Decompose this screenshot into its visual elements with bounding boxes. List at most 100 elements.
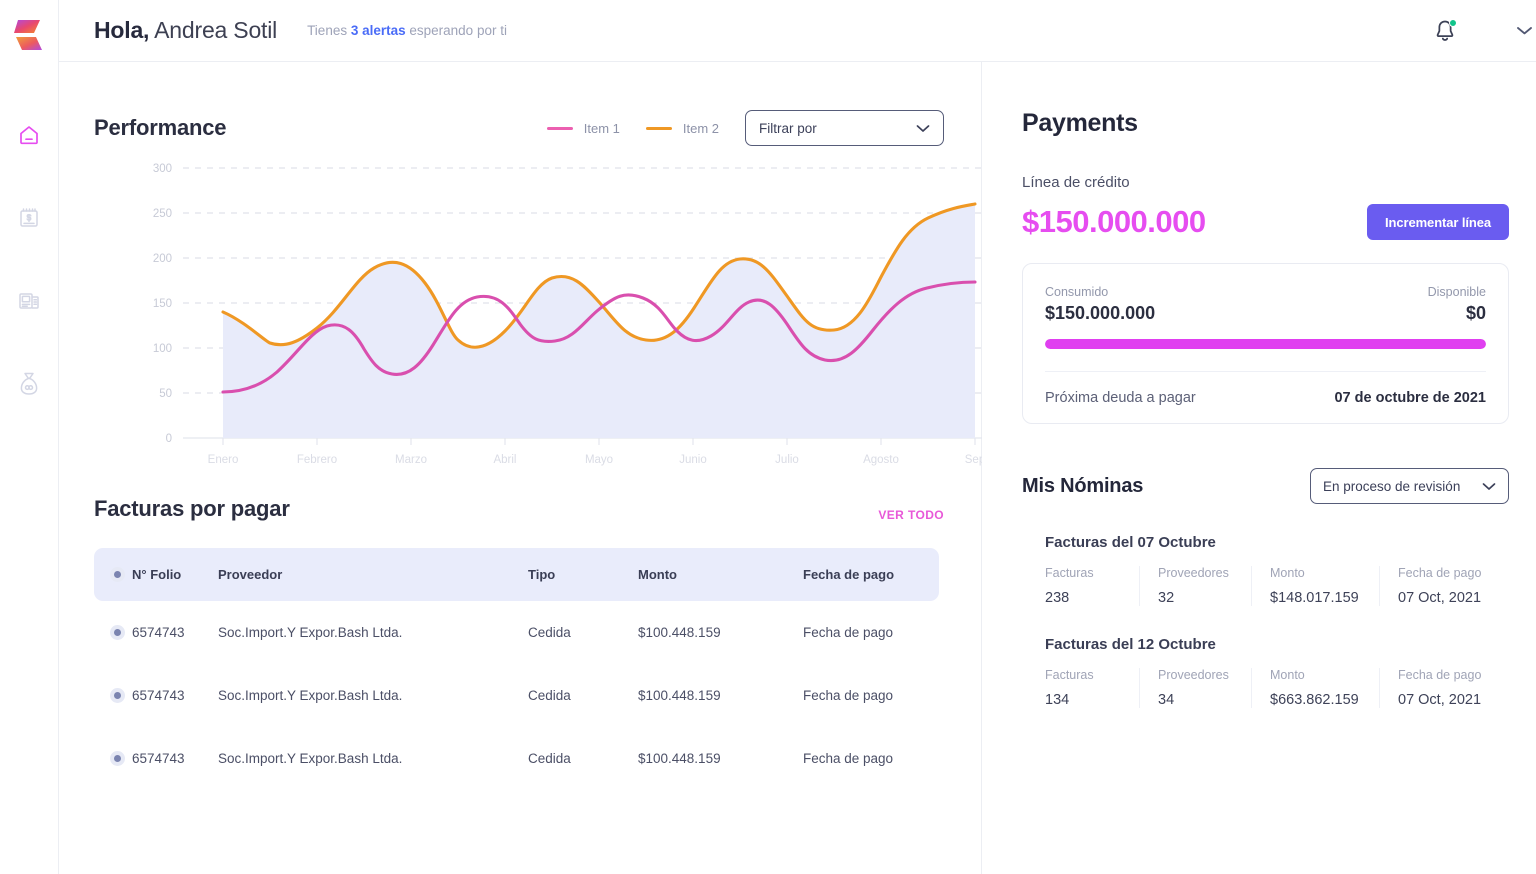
nomina-block-title: Facturas del 07 Octubre bbox=[1045, 534, 1216, 551]
radio-dot bbox=[113, 692, 121, 699]
topbar-actions bbox=[1432, 18, 1533, 44]
content-area: Performance Item 1 Item 2 Filtrar por 30… bbox=[59, 62, 1536, 874]
invoices-header: Facturas por pagar VER TODO bbox=[59, 486, 981, 522]
performance-chart-svg: 300 250 200 150 100 50 0 Enero Febrero M… bbox=[153, 163, 982, 466]
nomina-col-facturas: Facturas 134 bbox=[1045, 668, 1139, 708]
nomina-value-monto: $148.017.159 bbox=[1270, 590, 1359, 606]
nomina-value-facturas: 134 bbox=[1045, 692, 1070, 708]
row-radio[interactable] bbox=[109, 625, 125, 640]
payments-pane: Payments Línea de crédito $150.000.000 I… bbox=[982, 62, 1536, 874]
cell-monto: $100.448.159 bbox=[638, 625, 721, 640]
chart-x-labels: Enero Febrero Marzo Abril Mayo Junio Jul… bbox=[208, 454, 982, 466]
cell-tipo: Cedida bbox=[528, 688, 571, 703]
cell-fecha: Fecha de pago bbox=[803, 688, 894, 703]
card-divider bbox=[1045, 371, 1486, 372]
credit-line-row: $150.000.000 Incrementar línea bbox=[1022, 204, 1509, 240]
header-select-cell bbox=[94, 567, 132, 582]
sidebar-item-home[interactable] bbox=[14, 120, 44, 150]
chevron-down-icon bbox=[916, 121, 930, 136]
next-debt-row: Próxima deuda a pagar 07 de octubre de 2… bbox=[1045, 390, 1486, 406]
alerts-count[interactable]: 3 alertas bbox=[351, 23, 406, 38]
nomina-label-fecha: Fecha de pago bbox=[1398, 668, 1482, 682]
table-row[interactable]: 6574743 Soc.Import.Y Expor.Bash Ltda. Ce… bbox=[94, 727, 939, 790]
consumed-value: $150.000.000 bbox=[1045, 303, 1156, 323]
header-tipo: Tipo bbox=[528, 567, 556, 582]
nomina-label-facturas: Facturas bbox=[1045, 566, 1094, 580]
nominas-status-value: En proceso de revisión bbox=[1323, 478, 1461, 494]
chart-header: Performance Item 1 Item 2 Filtrar por bbox=[59, 62, 981, 146]
credit-progress-track bbox=[1045, 339, 1486, 349]
cell-proveedor: Soc.Import.Y Expor.Bash Ltda. bbox=[218, 751, 403, 766]
svg-text:Agosto: Agosto bbox=[863, 454, 899, 466]
greeting-name: Andrea Sotil bbox=[149, 17, 278, 43]
legend-label-1: Item 1 bbox=[583, 120, 620, 136]
svg-text:250: 250 bbox=[153, 208, 172, 220]
cell-tipo: Cedida bbox=[528, 751, 571, 766]
header-fecha: Fecha de pago bbox=[803, 567, 895, 582]
increase-credit-button[interactable]: Incrementar línea bbox=[1367, 204, 1509, 240]
nominas-title: Mis Nóminas bbox=[1022, 474, 1144, 497]
nomina-value-monto: $663.862.159 bbox=[1270, 692, 1359, 708]
usage-labels: Consumido Disponible bbox=[1045, 285, 1486, 299]
cell-folio: 6574743 bbox=[132, 688, 185, 703]
nomina-value-fecha: 07 Oct, 2021 bbox=[1398, 590, 1482, 606]
sidebar-item-funds[interactable] bbox=[14, 369, 44, 399]
svg-text:Abril: Abril bbox=[493, 454, 516, 466]
svg-text:Julio: Julio bbox=[775, 454, 799, 466]
cell-folio: 6574743 bbox=[132, 751, 185, 766]
row-select-cell bbox=[94, 625, 132, 640]
app-logo-icon bbox=[14, 20, 42, 50]
nomina-label-monto: Monto bbox=[1270, 668, 1305, 682]
alerts-text: Tienes 3 alertas esperando por ti bbox=[307, 23, 507, 38]
available-label: Disponible bbox=[1427, 285, 1486, 299]
radio-dot bbox=[113, 571, 121, 578]
row-radio[interactable] bbox=[109, 688, 125, 703]
nomina-col-proveedores: Proveedores 32 bbox=[1139, 566, 1251, 606]
table-row[interactable]: 6574743 Soc.Import.Y Expor.Bash Ltda. Ce… bbox=[94, 664, 939, 727]
credit-progress-fill bbox=[1045, 339, 1486, 349]
performance-chart: 300 250 200 150 100 50 0 Enero Febrero M… bbox=[59, 156, 982, 486]
home-icon bbox=[20, 126, 38, 145]
sidebar-item-invoices[interactable] bbox=[14, 203, 44, 233]
chart-filter-select[interactable]: Filtrar por bbox=[745, 110, 944, 146]
sidebar bbox=[0, 0, 59, 874]
chart-x-ticks bbox=[222, 438, 976, 445]
moneybag-icon bbox=[20, 372, 38, 395]
invoices-table: N° Folio Proveedor Tipo Monto Fecha de p… bbox=[94, 548, 939, 790]
chart-title: Performance bbox=[94, 115, 227, 140]
alerts-prefix: Tienes bbox=[307, 23, 351, 38]
svg-text:100: 100 bbox=[153, 343, 172, 355]
svg-text:Marzo: Marzo bbox=[395, 454, 427, 466]
consumed-label: Consumido bbox=[1045, 285, 1109, 299]
svg-text:Mayo: Mayo bbox=[585, 454, 613, 466]
svg-text:Enero: Enero bbox=[208, 454, 239, 466]
row-radio[interactable] bbox=[109, 751, 125, 766]
chevron-down-icon bbox=[1482, 479, 1496, 494]
radio-dot bbox=[113, 755, 121, 762]
credit-usage-card: Consumido Disponible $150.000.000 $0 Pró… bbox=[1022, 263, 1509, 424]
chart-legend: Item 1 Item 2 bbox=[546, 120, 719, 136]
sidebar-item-reports[interactable] bbox=[14, 286, 44, 316]
view-all-link[interactable]: VER TODO bbox=[878, 508, 944, 522]
legend-swatch-2 bbox=[645, 126, 672, 130]
nomina-label-proveedores: Proveedores bbox=[1158, 566, 1229, 580]
header-folio: N° Folio bbox=[132, 567, 182, 582]
nomina-col-monto: Monto $148.017.159 bbox=[1251, 566, 1379, 606]
account-menu-button[interactable] bbox=[1516, 25, 1533, 36]
svg-text:Sep: Sep bbox=[965, 454, 982, 466]
chevron-down-icon bbox=[1517, 27, 1532, 35]
radio-dot bbox=[113, 629, 121, 636]
legend-item-2: Item 2 bbox=[645, 121, 719, 136]
app-logo[interactable] bbox=[0, 12, 58, 58]
nominas-status-select[interactable]: En proceso de revisión bbox=[1310, 468, 1509, 504]
nomina-value-facturas: 238 bbox=[1045, 590, 1070, 606]
select-all-radio[interactable] bbox=[109, 567, 125, 582]
nomina-col-fecha: Fecha de pago 07 Oct, 2021 bbox=[1379, 668, 1509, 708]
nomina-col-fecha: Fecha de pago 07 Oct, 2021 bbox=[1379, 566, 1509, 606]
payments-title: Payments bbox=[1022, 109, 1138, 137]
notifications-button[interactable] bbox=[1432, 18, 1458, 44]
nomina-label-fecha: Fecha de pago bbox=[1398, 566, 1482, 580]
svg-text:50: 50 bbox=[159, 388, 172, 400]
chart-filter-value: Filtrar por bbox=[759, 120, 817, 136]
table-row[interactable]: 6574743 Soc.Import.Y Expor.Bash Ltda. Ce… bbox=[94, 601, 939, 664]
